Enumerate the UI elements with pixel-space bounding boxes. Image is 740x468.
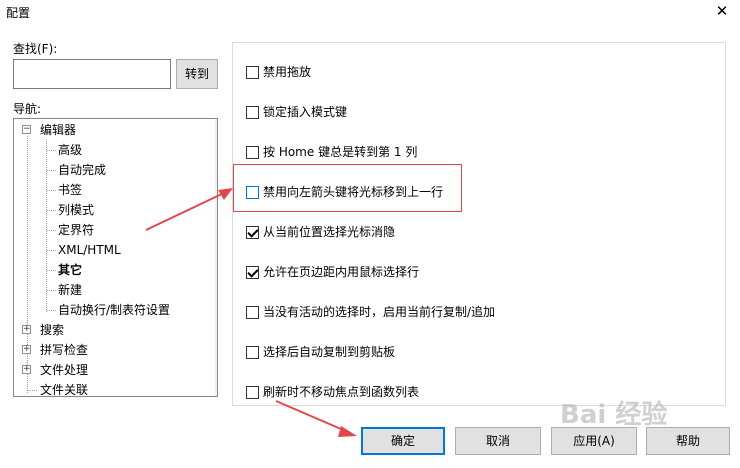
- cancel-button[interactable]: 取消: [455, 427, 541, 455]
- help-button[interactable]: 帮助: [646, 427, 730, 455]
- apply-button[interactable]: 应用(A): [551, 427, 637, 455]
- watermark-logo: Bai 经验: [560, 400, 668, 430]
- ok-button[interactable]: 确定: [361, 427, 445, 455]
